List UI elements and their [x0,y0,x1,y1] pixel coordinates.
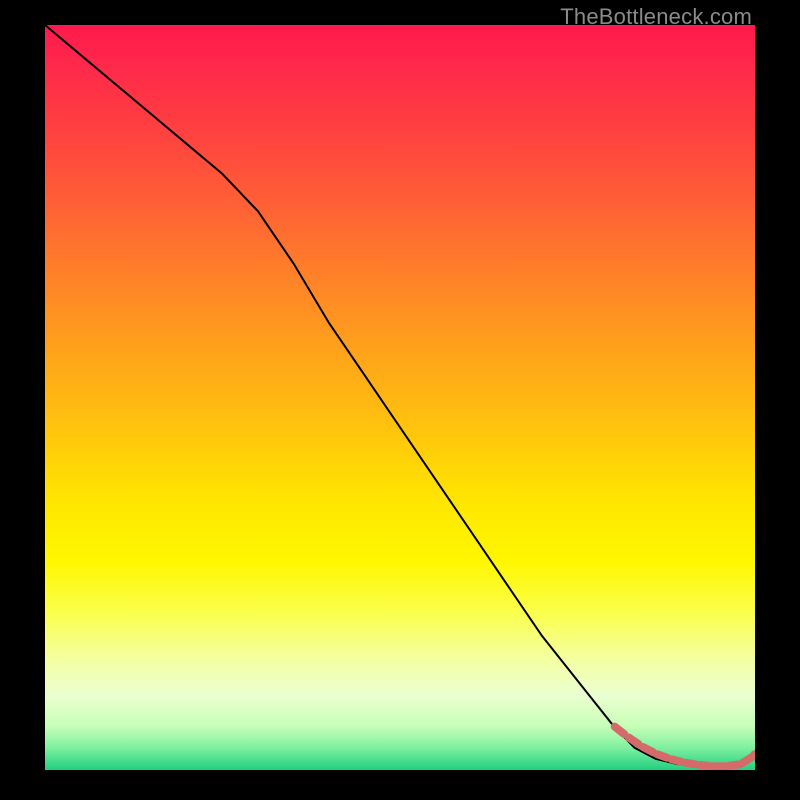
bottleneck-curve [45,25,755,767]
marker-dash [657,754,667,758]
marker-dash [629,738,639,745]
marker-dash [728,765,738,767]
marker-dash [672,759,682,762]
marker-dash [686,763,696,765]
marker-dash [743,757,753,763]
marker-dash [615,727,625,735]
marker-dash [643,747,653,752]
chart-frame: TheBottleneck.com [0,0,800,800]
marker-group [615,727,755,767]
chart-plot-area [45,25,755,770]
marker-dash [700,765,710,766]
chart-overlay [45,25,755,770]
